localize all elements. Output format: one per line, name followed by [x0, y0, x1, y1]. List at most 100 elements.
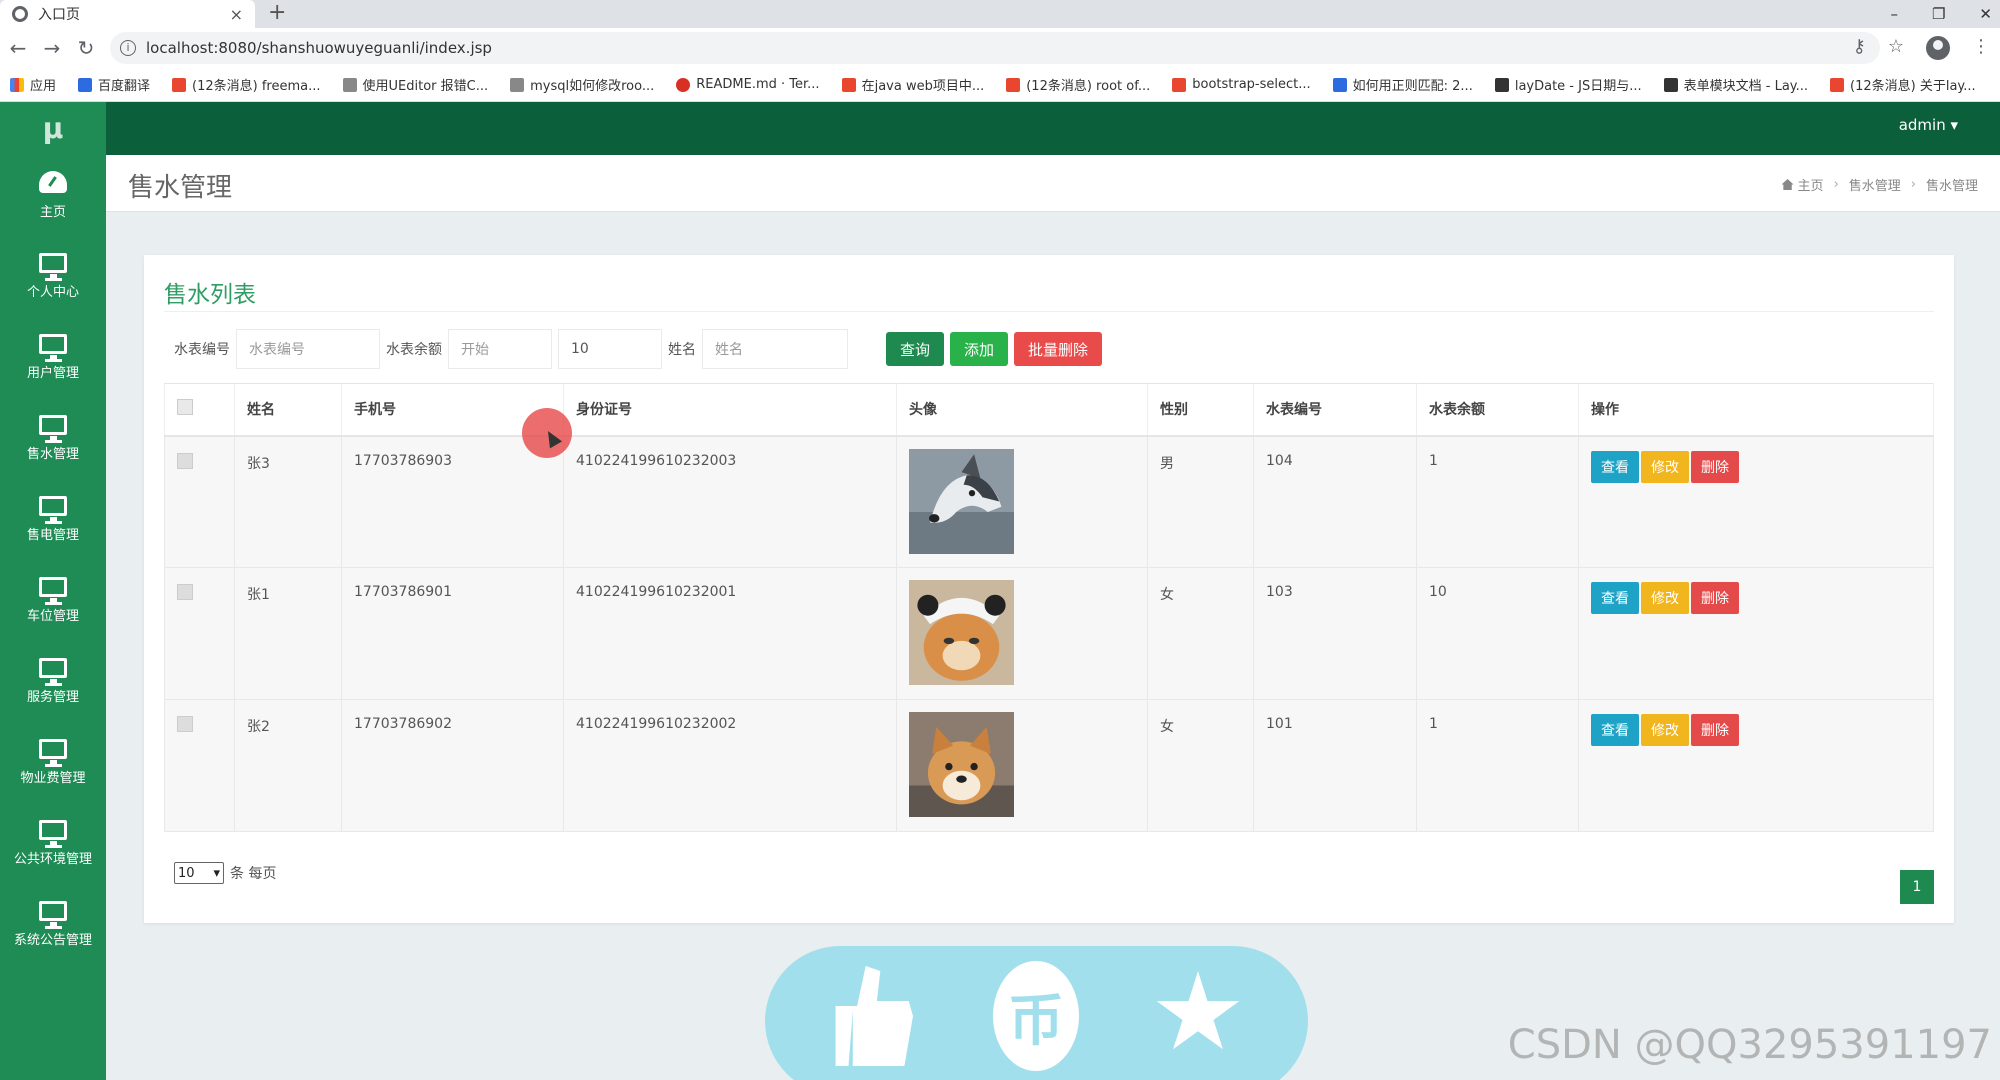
sidebar-item[interactable]: 物业费管理	[0, 722, 106, 803]
name-input[interactable]: 姓名	[702, 329, 848, 369]
page-size-select[interactable]: 10 ▾	[174, 862, 224, 884]
bookmark-item[interactable]: README.md · Ter...	[676, 77, 820, 92]
restore-window-button[interactable]: ❐	[1932, 5, 1945, 23]
top-navbar	[0, 102, 2000, 155]
cell-actions: 查看 修改 删除	[1578, 435, 1934, 568]
bookmark-item[interactable]: layDate - JS日期与...	[1494, 75, 1642, 94]
close-tab-icon[interactable]: ×	[230, 5, 243, 24]
sidebar-item[interactable]: 个人中心	[0, 236, 106, 317]
view-button[interactable]: 查看	[1591, 582, 1639, 614]
sidebar-item[interactable]: 售水管理	[0, 398, 106, 479]
breadcrumb-item[interactable]: 售水管理	[1849, 175, 1901, 194]
new-tab-button[interactable]: +	[268, 0, 286, 28]
balance-end-input[interactable]: 10	[558, 329, 662, 369]
star-icon[interactable]	[1156, 971, 1240, 1050]
sidebar-item-label: 个人中心	[26, 285, 79, 300]
sidebar-item[interactable]: 车位管理	[0, 560, 106, 641]
sidebar-item-label: 售水管理	[26, 447, 79, 462]
row-checkbox[interactable]	[177, 584, 193, 600]
browser-tab-strip: 入口页 × + – ❐ ✕	[0, 0, 2000, 28]
reload-button[interactable]: ↻	[70, 36, 102, 60]
cell-avatar	[896, 435, 1148, 568]
row-checkbox[interactable]	[177, 716, 193, 732]
address-bar-row: ← → ↻ i localhost:8080/shanshuowuyeguanl…	[0, 28, 2000, 68]
forward-button[interactable]: →	[36, 36, 68, 60]
browser-menu-icon[interactable]: ⋮	[1972, 36, 1990, 60]
column-header-meter: 水表编号	[1253, 383, 1417, 437]
column-header-name: 姓名	[234, 383, 342, 437]
delete-button[interactable]: 删除	[1691, 582, 1739, 614]
cell-meter: 101	[1253, 699, 1417, 832]
close-window-button[interactable]: ✕	[1979, 5, 1992, 23]
bookmark-item[interactable]: mysql如何修改roo...	[510, 75, 654, 94]
cell-gender: 女	[1147, 567, 1254, 700]
sidebar-item[interactable]: 售电管理	[0, 479, 106, 560]
main-content: 售水管理 主页 › 售水管理 › 售水管理 售水列表 水表编号 水表编号 水表余…	[106, 155, 2000, 1080]
cell-balance: 1	[1416, 435, 1579, 568]
add-button[interactable]: 添加	[950, 332, 1009, 366]
bookmark-favicon-icon	[10, 77, 24, 92]
sidebar-item[interactable]: 用户管理	[0, 317, 106, 398]
query-button[interactable]: 查询	[886, 332, 945, 366]
avatar	[909, 580, 1147, 685]
minimize-window-button[interactable]: –	[1890, 5, 1898, 23]
monitor-icon	[39, 577, 67, 605]
breadcrumb-separator: ›	[1910, 177, 1916, 192]
bookmark-item[interactable]: (12条消息) 关于lay...	[1830, 75, 1976, 94]
balance-start-input[interactable]: 开始	[448, 329, 552, 369]
cell-name: 张1	[234, 567, 342, 700]
sidebar-item[interactable]: 系统公告管理	[0, 884, 106, 965]
cell-meter: 104	[1253, 435, 1417, 568]
delete-button[interactable]: 删除	[1691, 450, 1739, 483]
edit-button[interactable]: 修改	[1641, 582, 1689, 614]
table-row: 张3 17703786903 410224199610232003 男 104 1 查看 修改…	[164, 435, 1934, 568]
bookmark-item[interactable]: 表单模块文档 - Lay...	[1663, 75, 1808, 94]
coin-icon[interactable]: 币	[993, 961, 1079, 1071]
bookmark-item[interactable]: (12条消息) freema...	[172, 75, 321, 94]
sidebar-item[interactable]: 公共环境管理	[0, 803, 106, 884]
bookmark-item[interactable]: 使用UEditor 报错C...	[342, 75, 488, 94]
bookmarks-bar: 应用 百度翻译 (12条消息) freema... 使用UEditor 报错C... m…	[0, 68, 2000, 102]
breadcrumb-home[interactable]: 主页	[1781, 175, 1824, 194]
meter-input[interactable]: 水表编号	[236, 329, 380, 369]
account-icon[interactable]	[1926, 36, 1950, 60]
page-title: 售水管理	[128, 173, 233, 203]
pagination-page-1[interactable]: 1	[1900, 870, 1934, 904]
edit-button[interactable]: 修改	[1641, 450, 1689, 483]
app-logo[interactable]: μ	[0, 102, 106, 155]
bookmark-favicon-icon	[1006, 77, 1021, 92]
info-icon[interactable]: i	[120, 40, 136, 56]
user-menu[interactable]: admin ▾	[1899, 102, 1958, 155]
back-button[interactable]: ←	[2, 36, 34, 60]
delete-button[interactable]: 删除	[1691, 714, 1739, 746]
sidebar-item[interactable]: 主页	[0, 155, 106, 236]
column-header-avatar: 头像	[896, 383, 1148, 437]
thumbs-up-icon[interactable]	[835, 966, 913, 1066]
sidebar-item[interactable]: 服务管理	[0, 641, 106, 722]
row-checkbox[interactable]	[177, 452, 193, 469]
list-title: 售水列表	[164, 282, 256, 308]
select-all-checkbox[interactable]	[177, 399, 193, 416]
monitor-icon	[39, 658, 67, 686]
key-icon[interactable]: ⚷	[1853, 36, 1866, 60]
bookmark-star-icon[interactable]: ☆	[1888, 36, 1904, 60]
bookmark-item[interactable]: 百度翻译	[78, 75, 150, 94]
cell-id-card: 410224199610232001	[563, 567, 897, 700]
monitor-icon	[39, 415, 67, 443]
batch-delete-button[interactable]: 批量删除	[1014, 332, 1103, 366]
monitor-icon	[39, 253, 67, 281]
browser-tab[interactable]: 入口页 ×	[0, 0, 255, 28]
view-button[interactable]: 查看	[1591, 714, 1639, 746]
sidebar-item-label: 服务管理	[26, 690, 79, 705]
bookmark-item[interactable]: bootstrap-select...	[1172, 77, 1311, 92]
bookmark-item[interactable]: 如何用正则匹配: 2...	[1332, 75, 1473, 94]
cell-name: 张2	[234, 699, 342, 832]
bookmark-item[interactable]: 在java web项目中...	[841, 75, 984, 94]
bookmark-item[interactable]: (12条消息) root of...	[1006, 75, 1150, 94]
edit-button[interactable]: 修改	[1641, 714, 1689, 746]
bookmark-item[interactable]: 应用	[10, 75, 56, 94]
view-button[interactable]: 查看	[1591, 450, 1639, 483]
url-input[interactable]: i localhost:8080/shanshuowuyeguanli/inde…	[110, 32, 1880, 64]
sidebar-item-label: 售电管理	[26, 528, 79, 543]
column-header-actions: 操作	[1578, 383, 1934, 437]
